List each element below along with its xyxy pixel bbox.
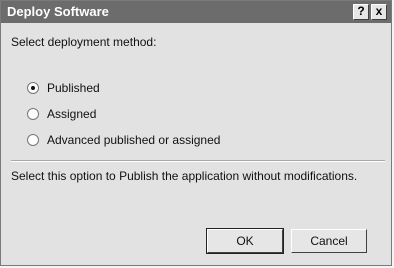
radio-label-published[interactable]: Published [47, 81, 100, 95]
dialog-title: Deploy Software [7, 4, 109, 19]
cancel-button[interactable]: Cancel [291, 229, 367, 253]
close-button[interactable]: x [371, 4, 387, 20]
radio-button-icon[interactable] [27, 82, 39, 94]
radio-selected-dot [31, 86, 35, 90]
radio-option-advanced[interactable]: Advanced published or assigned [27, 132, 220, 148]
radio-option-assigned[interactable]: Assigned [27, 106, 96, 122]
radio-button-icon[interactable] [27, 134, 39, 146]
title-bar[interactable]: Deploy Software ? x [1, 1, 391, 23]
radio-label-advanced[interactable]: Advanced published or assigned [47, 133, 220, 147]
radio-label-assigned[interactable]: Assigned [47, 107, 96, 121]
radio-option-published[interactable]: Published [27, 80, 100, 96]
dialog-content: Select deployment method: Published Assi… [1, 23, 391, 267]
option-description: Select this option to Publish the applic… [11, 169, 358, 183]
deployment-method-prompt: Select deployment method: [11, 35, 157, 49]
ok-button[interactable]: OK [206, 228, 284, 254]
separator [11, 160, 385, 162]
deploy-software-dialog: Deploy Software ? x Select deployment me… [0, 0, 392, 266]
radio-button-icon[interactable] [27, 108, 39, 120]
help-button[interactable]: ? [353, 4, 369, 20]
